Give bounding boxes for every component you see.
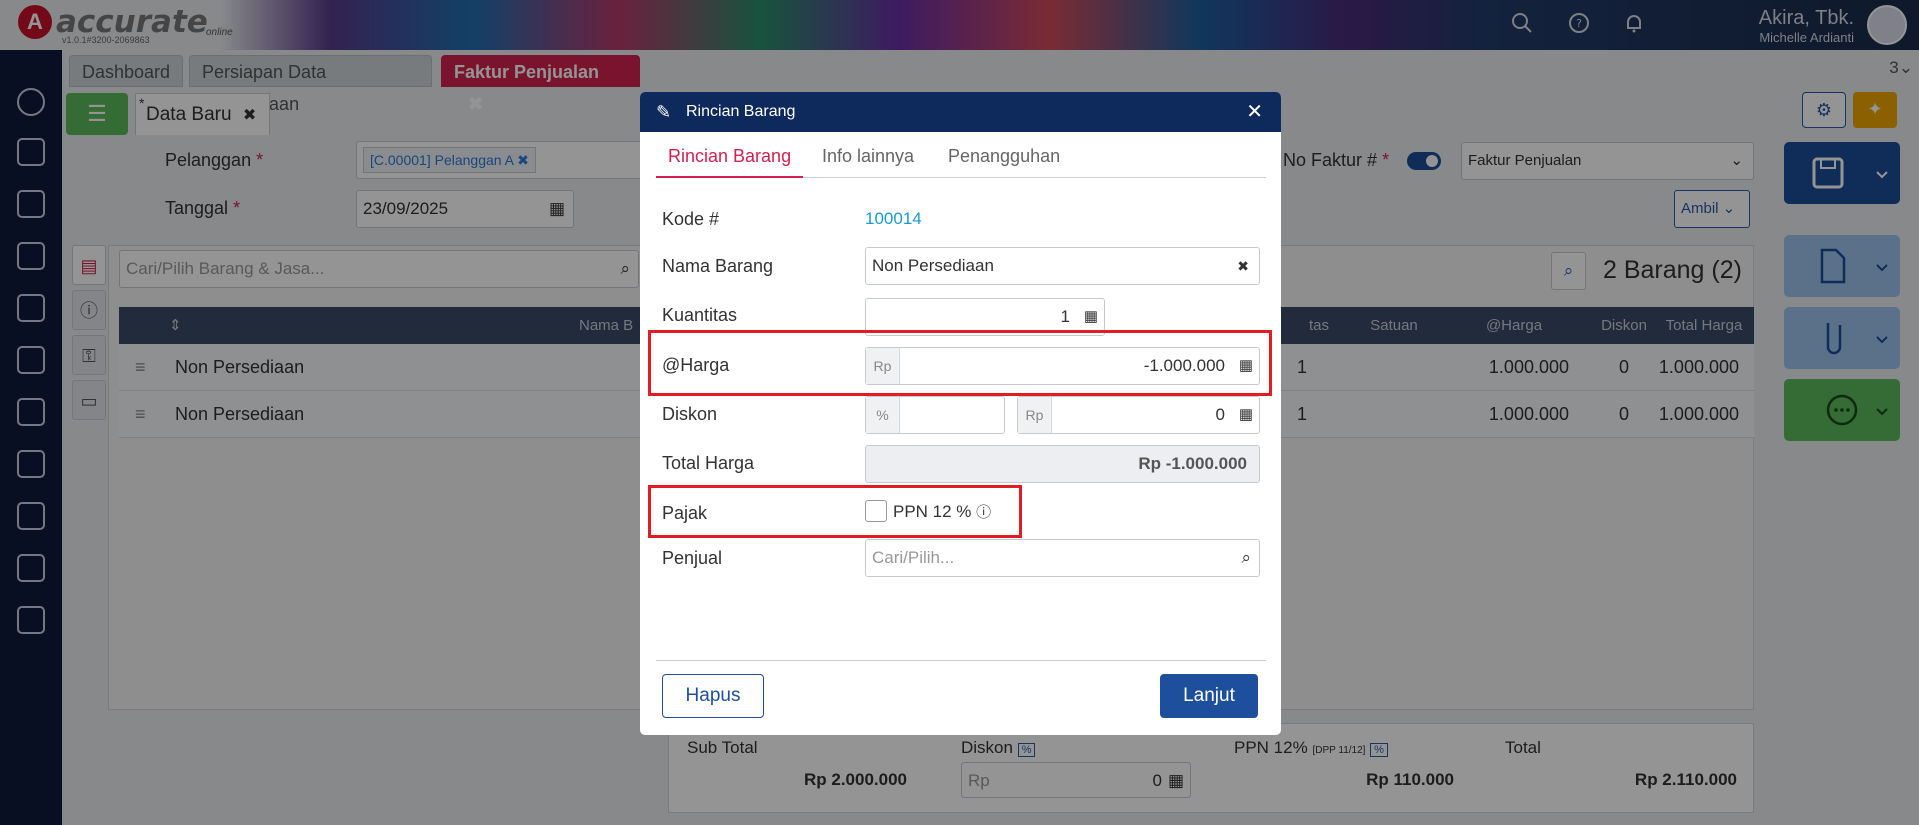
kuantitas-label: Kuantitas xyxy=(662,305,738,325)
nama-barang-label: Nama Barang xyxy=(662,256,774,276)
nama-barang-input[interactable]: Non Persediaan ✖ xyxy=(865,247,1260,285)
search-icon[interactable]: ⌕ xyxy=(1241,540,1251,576)
clear-icon[interactable]: ✖ xyxy=(1237,248,1249,284)
kode-value: 100014 xyxy=(865,209,922,228)
diskon-rp-input[interactable]: Rp 0 ▦ xyxy=(1017,396,1260,434)
hapus-button[interactable]: Hapus xyxy=(662,674,764,718)
diskon-label: Diskon xyxy=(662,404,718,424)
tab-rincian-barang[interactable]: Rincian Barang xyxy=(656,146,804,178)
kode-label: Kode # xyxy=(662,209,720,229)
divider xyxy=(656,660,1266,661)
total-harga-label: Total Harga xyxy=(662,453,755,473)
penjual-label: Penjual xyxy=(662,548,723,568)
rincian-barang-modal: ✎ Rincian Barang ✕ Rincian Barang Info l… xyxy=(640,92,1281,735)
close-icon[interactable]: ✕ xyxy=(1246,92,1263,132)
tab-info-lainnya[interactable]: Info lainnya xyxy=(810,146,926,178)
pencil-icon: ✎ xyxy=(656,102,672,122)
total-harga-field: Rp -1.000.000 xyxy=(865,445,1260,483)
lanjut-button[interactable]: Lanjut xyxy=(1160,674,1258,718)
penjual-input[interactable]: Cari/Pilih... ⌕ xyxy=(865,539,1260,577)
tab-penangguhan[interactable]: Penangguhan xyxy=(936,146,1072,178)
modal-title: Rincian Barang xyxy=(686,103,796,120)
modal-tabs: Rincian Barang Info lainnya Penangguhan xyxy=(656,140,1266,178)
diskon-percent-input[interactable]: % xyxy=(865,396,1005,434)
calculator-icon[interactable]: ▦ xyxy=(1239,397,1253,433)
modal-header: ✎ Rincian Barang ✕ xyxy=(640,92,1281,132)
pajak-highlight xyxy=(648,485,1022,538)
harga-highlight xyxy=(648,330,1272,396)
